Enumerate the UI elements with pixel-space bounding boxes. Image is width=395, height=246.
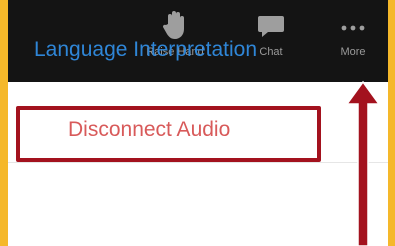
raised-hand-icon xyxy=(163,11,184,39)
more-label: More xyxy=(340,46,366,58)
app-screen: Raise Hand Chat More Language Interpreta… xyxy=(8,0,388,246)
up-arrow-annotation-icon xyxy=(345,80,381,246)
highlight-annotation xyxy=(16,106,321,162)
language-interpretation-label: Language Interpretation xyxy=(34,38,258,61)
menu-item-disconnect-audio[interactable] xyxy=(8,163,388,243)
chat-bubble-icon xyxy=(258,16,284,37)
more-dots-icon xyxy=(341,25,365,31)
more-button[interactable]: More xyxy=(324,10,382,74)
